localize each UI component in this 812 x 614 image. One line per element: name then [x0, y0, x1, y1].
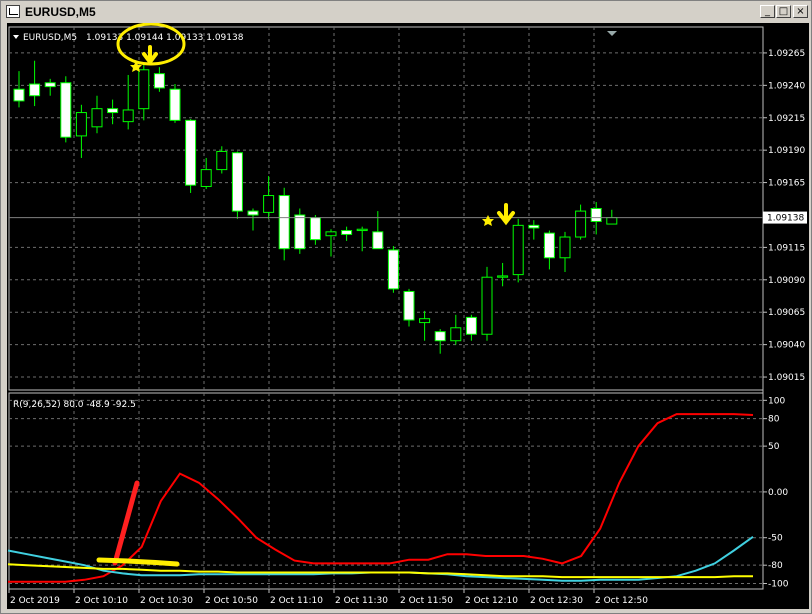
- indicator-series-line-0: [8, 413, 754, 583]
- time-tick-label: 2 Oct 10:10: [75, 596, 128, 606]
- price-tick-label: 1.09265: [768, 49, 805, 59]
- indicator-tick-label: -100: [768, 580, 789, 590]
- bear-candle: [590, 208, 602, 222]
- minimize-button[interactable]: _: [760, 5, 775, 18]
- restore-button[interactable]: □: [776, 5, 791, 18]
- bull-candle: [497, 275, 509, 278]
- bear-candle: [387, 249, 399, 290]
- price-tick-label: 1.09215: [768, 114, 805, 124]
- bull-candle: [216, 150, 228, 171]
- indicator-tick-label: 0.00: [768, 488, 788, 498]
- bear-candle: [231, 152, 243, 212]
- bear-candle: [247, 210, 259, 216]
- chart-window-icon: [6, 5, 20, 18]
- ohlc-label: 1.09133 1.09144 1.09133 1.09138: [86, 33, 244, 43]
- price-tick-label: 1.09090: [768, 276, 805, 286]
- indicator-tick-label: 100: [768, 396, 785, 406]
- bear-candle: [60, 82, 72, 138]
- bull-candle: [481, 276, 493, 335]
- bear-candle: [528, 224, 540, 229]
- time-tick-label: 2 Oct 12:50: [595, 596, 648, 606]
- bear-candle: [372, 231, 384, 250]
- time-tick-label: 2 Oct 10:30: [140, 596, 193, 606]
- bear-candle: [107, 108, 119, 114]
- time-tick-label: 2 Oct 12:10: [465, 596, 518, 606]
- price-pane-frame: [8, 26, 764, 391]
- indicator-tick-label: 50: [768, 442, 780, 452]
- price-tick-label: 1.09190: [768, 146, 805, 156]
- chart-area[interactable]: 1.09265 1.09240 1.09215 1.09190 1.09165 1.091…: [7, 22, 809, 609]
- close-button[interactable]: ×: [793, 5, 808, 18]
- time-tick-label: 2 Oct 11:30: [335, 596, 388, 606]
- scroll-shift-marker-icon[interactable]: [607, 31, 617, 36]
- bull-candle: [200, 169, 212, 187]
- indicator-tick-label: -50: [768, 534, 783, 544]
- bull-candle: [606, 217, 618, 225]
- bear-candle: [543, 232, 555, 259]
- bull-candle: [138, 69, 150, 110]
- window-titlebar[interactable]: EURUSD,M5 _ □ ×: [3, 3, 809, 21]
- bull-candle: [575, 210, 587, 238]
- bear-candle: [29, 83, 41, 97]
- price-chart-svg[interactable]: 1.09265 1.09240 1.09215 1.09190 1.09165 1.091…: [7, 22, 809, 609]
- candles: [13, 60, 618, 354]
- window-title: EURUSD,M5: [25, 5, 96, 19]
- indicator-label: R(9,26,52) 80.0 -48.9 -92.5: [13, 400, 136, 410]
- bull-candle: [91, 108, 103, 128]
- time-tick-label: 2 Oct 2019: [10, 596, 60, 606]
- current-price-label: 1.09138: [767, 214, 804, 224]
- time-tick-label: 2 Oct 11:50: [400, 596, 453, 606]
- price-tick-label: 1.09015: [768, 373, 805, 383]
- bull-candle: [122, 109, 134, 123]
- bull-candle: [325, 231, 337, 237]
- price-tick-label: 1.09115: [768, 243, 805, 253]
- bear-candle: [309, 217, 321, 241]
- price-tick-label: 1.09165: [768, 179, 805, 189]
- chart-window: EURUSD,M5 _ □ × 1.09265 1.09240 1.09215 1.0…: [0, 0, 812, 614]
- bull-candle: [419, 318, 431, 324]
- bear-candle: [185, 119, 197, 186]
- indicator-lines: [7, 413, 754, 583]
- down-arrow-annotation-icon: [142, 45, 158, 66]
- price-tick-label: 1.09040: [768, 341, 805, 351]
- bear-candle: [13, 88, 25, 102]
- time-tick-label: 2 Oct 12:30: [530, 596, 583, 606]
- bull-candle: [559, 236, 571, 259]
- indicator-axis-ticks: 100 80 50 0.00 -50 -80 -100: [763, 396, 789, 590]
- bear-candle: [153, 73, 165, 89]
- time-axis-ticks: 2 Oct 2019 2 Oct 10:10 2 Oct 10:30 2 Oct 10…: [8, 589, 648, 606]
- bull-candle: [450, 327, 462, 342]
- bear-candle: [278, 195, 290, 250]
- yellow-stroke-annotation: [96, 557, 180, 567]
- price-tick-label: 1.09240: [768, 81, 805, 91]
- price-tick-label: 1.09065: [768, 308, 805, 318]
- bull-candle: [512, 224, 524, 276]
- bull-candle: [356, 228, 368, 232]
- bear-candle: [434, 331, 446, 342]
- bear-candle: [403, 290, 415, 321]
- bear-candle: [44, 82, 56, 88]
- time-tick-label: 2 Oct 11:10: [270, 596, 323, 606]
- indicator-tick-label: -80: [768, 561, 783, 571]
- bear-candle: [341, 230, 353, 235]
- bear-candle: [465, 316, 477, 335]
- grid: [9, 27, 763, 589]
- bull-candle: [75, 112, 87, 137]
- symbol-dropdown-icon[interactable]: [13, 35, 19, 39]
- red-trend-stroke-annotation: [112, 480, 140, 566]
- indicator-tick-label: 80: [768, 415, 780, 425]
- star-annotation-2-icon: [482, 215, 494, 226]
- bull-candle: [263, 195, 275, 213]
- bear-candle: [294, 214, 306, 250]
- bear-candle: [169, 88, 181, 121]
- symbol-label: EURUSD,M5: [23, 33, 77, 43]
- down-arrow-annotation-2-icon: [497, 203, 515, 226]
- time-tick-label: 2 Oct 10:50: [205, 596, 258, 606]
